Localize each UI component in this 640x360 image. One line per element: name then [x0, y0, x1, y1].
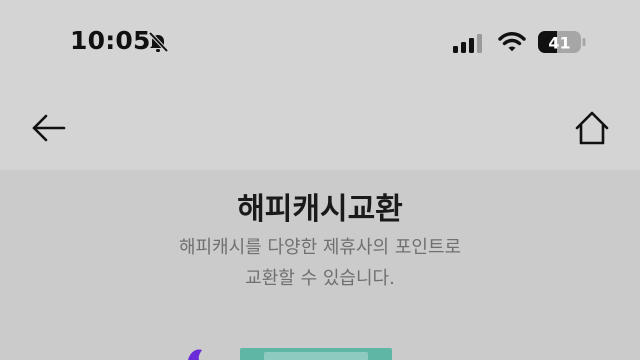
cellular-signal-icon	[453, 34, 482, 53]
bell-off-icon	[148, 31, 169, 53]
home-button[interactable]	[572, 108, 612, 148]
nav-bar	[0, 86, 640, 170]
arrow-left-icon	[32, 114, 66, 142]
home-icon	[575, 111, 609, 145]
page-description: 해피캐시를 다양한 제휴사의 포인트로 교환할 수 있습니다.	[0, 232, 640, 294]
wifi-icon	[498, 32, 526, 52]
page-title: 해피캐시교환	[237, 192, 403, 227]
purple-hand-illustration	[188, 349, 202, 360]
main-content: 해피캐시교환 해피캐시를 다양한 제휴사의 포인트로 교환할 수 있습니다.	[0, 170, 640, 360]
card-inner-panel	[264, 352, 368, 360]
exchange-illustration	[188, 348, 392, 360]
battery-level: 41	[548, 34, 570, 53]
description-line-1: 해피캐시를 다양한 제휴사의 포인트로	[178, 237, 462, 258]
battery-icon: 41	[538, 31, 586, 53]
back-button[interactable]	[28, 110, 68, 146]
description-line-2: 교환할 수 있습니다.	[245, 268, 395, 289]
status-bar: 10:05 41	[0, 0, 640, 86]
status-time: 10:05	[70, 26, 151, 55]
